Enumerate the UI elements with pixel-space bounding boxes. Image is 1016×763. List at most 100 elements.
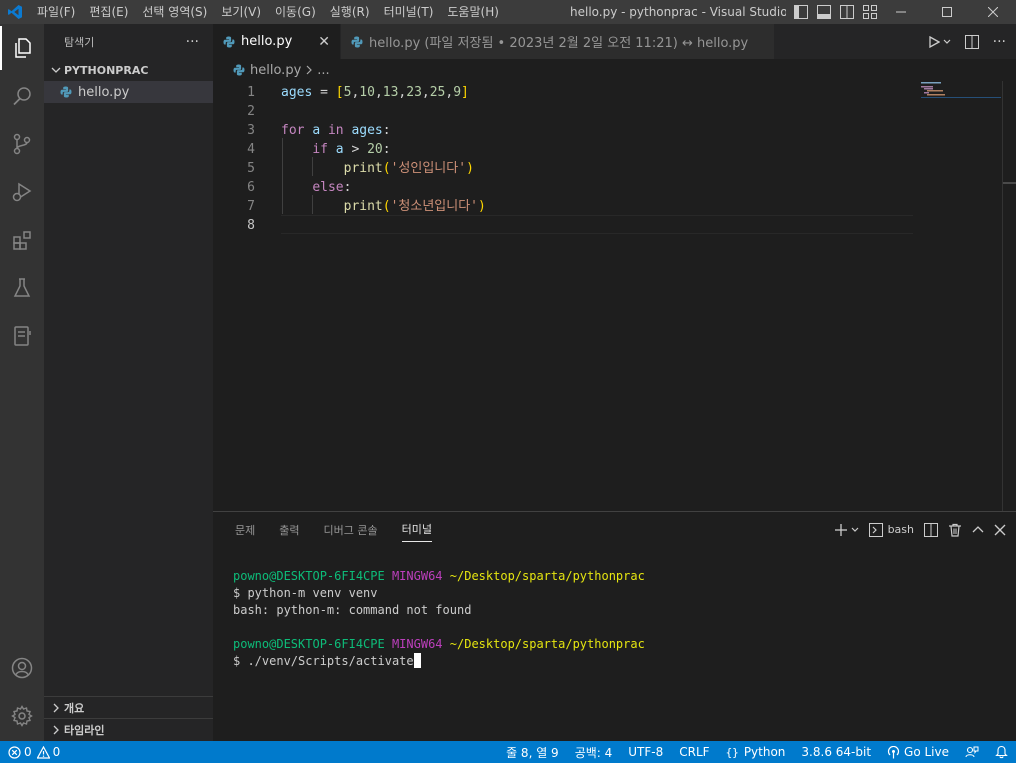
terminal-output-line: bash: python-m: command not found xyxy=(233,603,472,617)
warning-icon xyxy=(36,745,50,759)
more-actions-icon[interactable]: ··· xyxy=(186,34,199,50)
tab-output[interactable]: 출력 xyxy=(279,518,299,542)
explorer-sidebar: 탐색기 ··· PYTHONPRAC hello.py 개요 타임라인 xyxy=(44,24,213,741)
new-terminal-icon[interactable] xyxy=(834,523,859,537)
feedback-icon[interactable] xyxy=(965,745,979,759)
problems-status[interactable]: 0 0 xyxy=(8,745,60,759)
terminal-shell-selector[interactable]: bash xyxy=(868,522,914,537)
explorer-icon[interactable] xyxy=(0,26,44,70)
prompt-host: MINGW64 xyxy=(391,637,443,651)
prompt-user: powno@DESKTOP-6FI4CPE xyxy=(233,569,385,583)
outline-section[interactable]: 개요 xyxy=(44,696,213,718)
go-live-label: Go Live xyxy=(904,745,949,759)
settings-gear-icon[interactable] xyxy=(0,694,44,738)
warning-count: 0 xyxy=(52,745,61,759)
split-editor-icon[interactable] xyxy=(964,34,979,49)
search-icon[interactable] xyxy=(0,74,44,118)
tab-hello-py[interactable]: hello.py ✕ xyxy=(213,24,341,59)
python-file-icon xyxy=(60,86,72,98)
prompt-line: powno@DESKTOP-6FI4CPE MINGW64 ~/Desktop/… xyxy=(233,636,645,653)
menu-terminal[interactable]: 터미널(T) xyxy=(377,0,441,24)
folder-pythonprac[interactable]: PYTHONPRAC xyxy=(44,59,213,81)
activity-bar xyxy=(0,24,44,741)
tab-problems[interactable]: 문제 xyxy=(235,518,255,542)
encoding[interactable]: UTF-8 xyxy=(628,745,663,759)
extensions-icon[interactable] xyxy=(0,218,44,262)
menu-edit[interactable]: 편집(E) xyxy=(82,0,135,24)
code-line: 2 xyxy=(213,102,913,121)
timeline-label: 타임라인 xyxy=(64,723,105,737)
code-line: 8 xyxy=(213,216,913,235)
line-number: 5 xyxy=(247,161,255,176)
chevron-right-icon xyxy=(48,725,64,735)
outline-label: 개요 xyxy=(64,701,85,715)
broadcast-icon xyxy=(887,745,900,759)
notifications-bell-icon[interactable] xyxy=(995,745,1008,759)
maximize-icon[interactable] xyxy=(924,0,970,24)
breadcrumb-symbol[interactable]: ... xyxy=(317,63,329,78)
indentation[interactable]: 공백: 4 xyxy=(575,744,613,761)
python-file-icon xyxy=(233,64,245,76)
window-title: hello.py - pythonprac - Visual Studio C.… xyxy=(570,5,786,19)
chevron-right-icon xyxy=(305,65,313,75)
chevron-right-icon xyxy=(48,703,64,713)
terminal-command: $ python-m venv venv xyxy=(233,586,378,600)
prompt-user: powno@DESKTOP-6FI4CPE xyxy=(233,637,385,651)
code-line: 4 if a > 20: xyxy=(213,140,913,159)
menu-go[interactable]: 이동(G) xyxy=(268,0,323,24)
run-debug-icon[interactable] xyxy=(0,170,44,214)
testing-icon[interactable] xyxy=(0,266,44,310)
code-editor[interactable]: 1 ages = [5,10,13,23,25,9] 2 3 for a in … xyxy=(213,81,1016,511)
maximize-panel-icon[interactable] xyxy=(972,524,984,536)
prompt-line: powno@DESKTOP-6FI4CPE MINGW64 ~/Desktop/… xyxy=(233,568,645,585)
terminal-cursor xyxy=(413,653,421,668)
language-mode[interactable]: {} Python xyxy=(726,745,786,759)
line-number: 1 xyxy=(247,85,255,100)
run-file-icon[interactable] xyxy=(928,35,951,48)
menu-selection[interactable]: 선택 영역(S) xyxy=(135,0,214,24)
close-panel-icon[interactable] xyxy=(994,524,1006,536)
line-number: 4 xyxy=(247,142,255,157)
tab-debug-console[interactable]: 디버그 콘솔 xyxy=(324,518,378,542)
split-terminal-icon[interactable] xyxy=(924,522,938,537)
menu-view[interactable]: 보기(V) xyxy=(214,0,268,24)
close-icon[interactable] xyxy=(970,0,1016,24)
breadcrumb-file[interactable]: hello.py xyxy=(250,63,301,78)
account-icon[interactable] xyxy=(0,646,44,690)
error-icon xyxy=(8,745,21,759)
customize-layout-icon[interactable] xyxy=(861,3,878,20)
end-of-line[interactable]: CRLF xyxy=(679,745,709,759)
vscode-logo-icon xyxy=(0,0,30,24)
line-number: 7 xyxy=(247,199,255,214)
menu-run[interactable]: 실행(R) xyxy=(323,0,377,24)
tab-hello-py-diff[interactable]: hello.py (파일 저장됨 • 2023년 2월 2일 오전 11:21)… xyxy=(341,24,776,59)
minimize-icon[interactable] xyxy=(878,0,924,24)
tab-terminal[interactable]: 터미널 xyxy=(401,517,432,542)
python-interpreter[interactable]: 3.8.6 64-bit xyxy=(801,745,871,759)
close-tab-icon[interactable]: ✕ xyxy=(318,34,330,50)
error-count: 0 xyxy=(24,745,32,759)
editor-scrollbar[interactable] xyxy=(1002,81,1016,511)
chevron-down-icon xyxy=(48,65,64,75)
terminal-output[interactable]: powno@DESKTOP-6FI4CPE MINGW64 ~/Desktop/… xyxy=(233,568,645,670)
code-line: 5 print('성인입니다') xyxy=(213,159,913,178)
line-number: 3 xyxy=(247,123,255,138)
go-live-button[interactable]: Go Live xyxy=(887,745,949,759)
folder-label: PYTHONPRAC xyxy=(64,63,149,77)
more-actions-icon[interactable]: ··· xyxy=(993,34,1006,50)
toggle-secondary-sidebar-icon[interactable] xyxy=(838,3,855,20)
sidebar-title: 탐색기 xyxy=(64,35,95,49)
toggle-panel-icon[interactable] xyxy=(815,3,832,20)
timeline-section[interactable]: 타임라인 xyxy=(44,718,213,740)
cursor-position[interactable]: 줄 8, 열 9 xyxy=(506,744,559,761)
toggle-primary-sidebar-icon[interactable] xyxy=(792,3,809,20)
braces-icon: {} xyxy=(725,745,739,759)
notebook-icon[interactable] xyxy=(0,314,44,358)
terminal-icon xyxy=(868,522,883,537)
menu-help[interactable]: 도움말(H) xyxy=(440,0,506,24)
tab-label: hello.py xyxy=(241,34,293,49)
kill-terminal-icon[interactable] xyxy=(948,523,962,537)
source-control-icon[interactable] xyxy=(0,122,44,166)
file-item-hello-py[interactable]: hello.py xyxy=(44,81,213,103)
menu-file[interactable]: 파일(F) xyxy=(30,0,82,24)
